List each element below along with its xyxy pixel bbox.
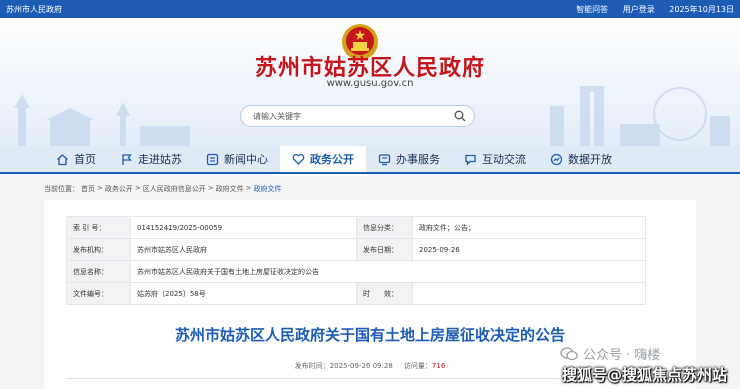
home-icon [57, 153, 68, 165]
category-value: 政府文件；公告； [412, 216, 646, 239]
index-label: 索 引 号： [66, 216, 131, 239]
site-url: www.gusu.gov.cn [326, 78, 414, 89]
index-value: 014152419/2025-00059 [130, 216, 357, 239]
view-count: 716 [431, 362, 446, 370]
validity-value [412, 282, 646, 305]
nav-label: 办事服务 [396, 153, 440, 166]
watermark-text: 公众号 · 嗨楼 [583, 348, 661, 363]
nav-item-services[interactable]: 办事服务 [366, 146, 452, 172]
date-label: 发布日期： [356, 238, 413, 261]
nav-label: 走进姑苏 [138, 153, 182, 166]
search-icon[interactable] [454, 110, 466, 122]
name-value: 苏州市姑苏区人民政府关于国有土地上房屋征收决定的公告 [130, 260, 646, 283]
nav-label: 新闻中心 [224, 153, 268, 166]
publish-time-label: 发布时间： [294, 362, 330, 370]
user-login-link[interactable]: 用户登录 [623, 5, 655, 14]
service-icon [378, 153, 391, 165]
nav-label: 数据开放 [568, 153, 612, 166]
chat-icon [465, 154, 476, 166]
breadcrumb: 当前位置： 首页 > 政务公开 > 区人民政府信息公开 > 政府文件 > 政府文件 [44, 184, 282, 194]
nav-item-about[interactable]: 走进姑苏 [108, 146, 194, 172]
smart-qa-link[interactable]: 智能问答 [576, 5, 608, 14]
wechat-watermark: 公众号 · 嗨楼 [560, 344, 660, 363]
nav-label: 政务公开 [310, 153, 354, 166]
current-date: 2025年10月13日 [669, 4, 734, 14]
breadcrumb-item-disclosure[interactable]: 区人民政府信息公开 [143, 184, 206, 194]
news-icon [206, 153, 219, 165]
date-value: 2025-09-26 [412, 238, 646, 261]
document-title: 苏州市姑苏区人民政府关于国有土地上房屋征收决定的公告 [174, 326, 565, 344]
table-row: 文件编号： 姑苏府〔2025〕58号 时 效： [66, 282, 646, 305]
sohu-watermark: 搜狐号@搜狐焦点苏州站 [562, 366, 728, 384]
data-icon [550, 153, 563, 165]
nav-item-gov-affairs[interactable]: 政务公开 [280, 146, 366, 172]
nav-item-interaction[interactable]: 互动交流 [452, 146, 538, 172]
table-row: 发布机构： 苏州市姑苏区人民政府 发布日期： 2025-09-26 [66, 238, 646, 261]
name-label: 信息名称： [66, 260, 131, 283]
nav-label: 首页 [74, 153, 96, 166]
publisher-value: 苏州市姑苏区人民政府 [130, 238, 357, 261]
flag-icon [122, 153, 132, 165]
nav-item-home[interactable]: 首页 [44, 146, 108, 172]
publisher-label: 发布机构： [66, 238, 131, 261]
validity-label: 时 效： [356, 282, 413, 305]
nav-item-news[interactable]: 新闻中心 [194, 146, 280, 172]
breadcrumb-item-gov-docs[interactable]: 政府文件 [216, 184, 244, 194]
table-row: 信息名称： 苏州市姑苏区人民政府关于国有土地上房屋征收决定的公告 [66, 260, 646, 283]
top-bar: 苏州市人民政府 智能问答 用户登录 2025年10月13日 [0, 0, 740, 18]
views-label: 访问量： [403, 362, 432, 370]
main-nav: 首页 走进姑苏 新闻中心 政务公开 办事服务 互动交流 数据开放 [0, 146, 740, 174]
heart-icon [292, 153, 305, 165]
docno-value: 姑苏府〔2025〕58号 [130, 282, 357, 305]
skyline-left-decoration [14, 94, 190, 146]
breadcrumb-item-gov-affairs[interactable]: 政务公开 [105, 184, 133, 194]
wechat-icon [560, 346, 578, 360]
table-row: 索 引 号： 014152419/2025-00059 信息分类： 政府文件；公… [66, 216, 646, 239]
document-meta-table: 索 引 号： 014152419/2025-00059 信息分类： 政府文件；公… [66, 216, 646, 305]
search-input[interactable] [253, 111, 454, 121]
nav-item-open-data[interactable]: 数据开放 [538, 146, 624, 172]
breadcrumb-prefix: 当前位置： [44, 185, 79, 193]
publish-time: 2025-09-26 09:28 [329, 362, 393, 370]
breadcrumb-item-current[interactable]: 政府文件 [254, 184, 282, 194]
parent-site-link[interactable]: 苏州市人民政府 [6, 4, 564, 15]
nav-label: 互动交流 [482, 153, 526, 166]
header-banner: 苏州市姑苏区人民政府 www.gusu.gov.cn [0, 18, 740, 146]
category-label: 信息分类： [356, 216, 413, 239]
breadcrumb-item-home[interactable]: 首页 [81, 184, 95, 194]
docno-label: 文件编号： [66, 282, 131, 305]
search-bar [240, 105, 475, 127]
